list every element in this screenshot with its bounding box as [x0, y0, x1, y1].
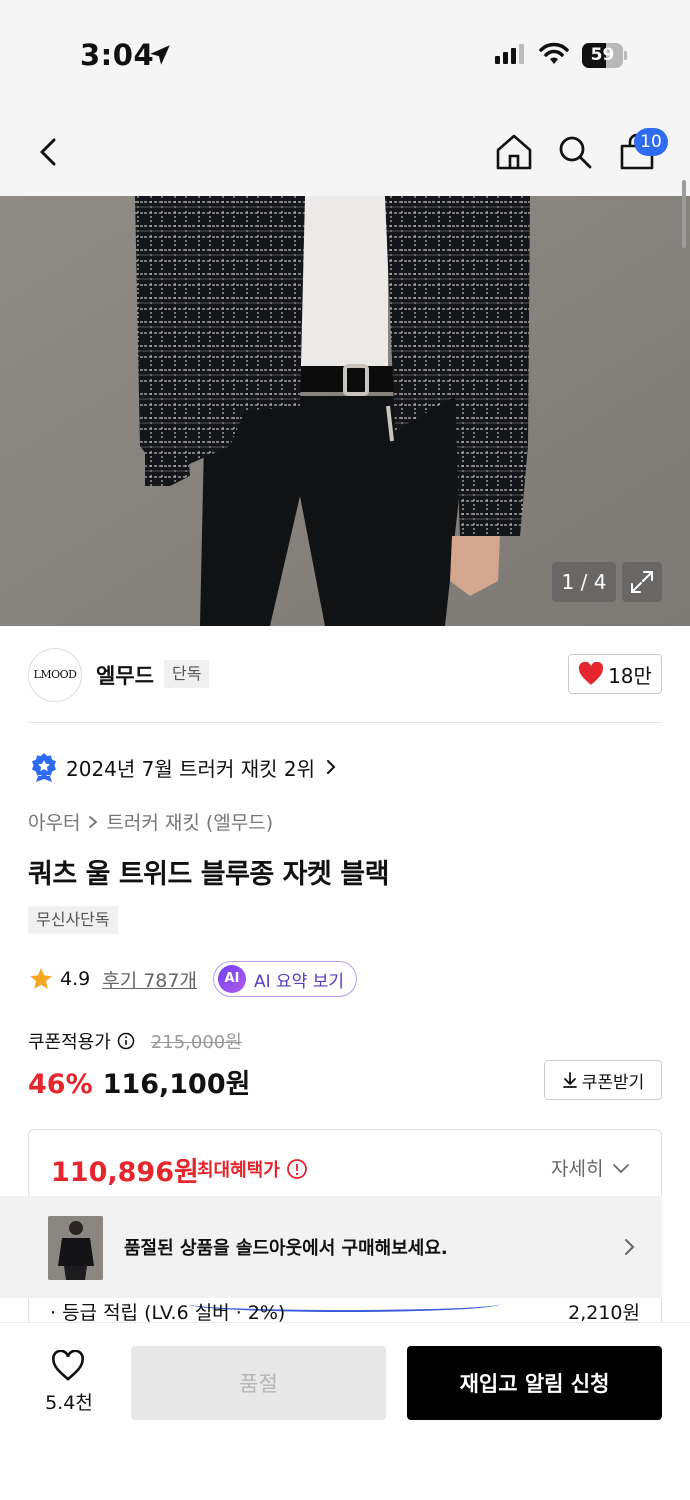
chevron-right-icon: [89, 815, 98, 828]
breadcrumb: 아우터 트러커 재킷 (엘무드): [28, 808, 273, 835]
ranking-text: 2024년 7월 트러커 재킷 2위: [66, 756, 315, 781]
max-benefit-label-text: 최대혜택가: [197, 1160, 280, 1181]
max-benefit-label: 최대혜택가: [197, 1156, 308, 1182]
chevron-right-icon: [625, 1239, 635, 1255]
max-benefit-price: 110,896원: [51, 1157, 199, 1188]
points-row: · 등급 적립 (LV.6 실버 · 2%) 2,210원: [50, 1298, 640, 1325]
ai-summary-label: AI 요약 보기: [253, 971, 344, 992]
benefit-detail-toggle[interactable]: 자세히: [551, 1154, 631, 1181]
wishlist-count: 5.4천: [45, 1392, 93, 1414]
price-row: 46% 116,100원: [28, 1062, 250, 1101]
get-coupon-label: 쿠폰받기: [581, 1072, 645, 1093]
expand-image-button[interactable]: [622, 562, 662, 602]
brand-exclusive-tag: 단독: [164, 660, 210, 688]
restock-alert-button[interactable]: 재입고 알림 신청: [407, 1346, 662, 1420]
back-icon[interactable]: [30, 132, 70, 172]
product-title: 쿼츠 울 트위드 블루종 자켓 블랙: [28, 859, 389, 890]
benefit-detail-label: 자세히: [551, 1158, 604, 1180]
ai-summary-button[interactable]: AI AI 요약 보기: [212, 961, 357, 997]
info-icon[interactable]: [117, 1032, 135, 1050]
brand-like-button[interactable]: 18만: [568, 654, 662, 694]
soldout-banner[interactable]: 품절된 상품을 솔드아웃에서 구매해보세요.: [0, 1196, 662, 1298]
coupon-price-label-row: 쿠폰적용가 215,000원: [28, 1028, 242, 1054]
breadcrumb-subcategory[interactable]: 트러커 재킷 (엘무드): [106, 808, 273, 835]
soldout-thumbnail: [48, 1216, 103, 1280]
discount-rate: 46%: [28, 1069, 93, 1100]
download-icon: [562, 1072, 577, 1088]
ai-badge-icon: AI: [217, 965, 246, 993]
top-nav-bar: [0, 110, 690, 196]
heart-outline-icon[interactable]: [50, 1350, 86, 1382]
rating-value: 4.9: [60, 968, 91, 990]
brand-logo[interactable]: LMOOD: [28, 648, 82, 702]
status-bar: 3:04 59: [0, 0, 690, 110]
sale-price: 116,100원: [102, 1069, 251, 1100]
reviews-link[interactable]: 후기 787개: [102, 966, 197, 993]
original-price: 215,000원: [150, 1032, 242, 1053]
star-icon: [30, 968, 52, 989]
divider: [28, 722, 662, 723]
location-arrow-icon: [150, 45, 170, 65]
soldout-message: 품절된 상품을 솔드아웃에서 구매해보세요.: [124, 1238, 448, 1259]
points-label: · 등급 적립 (LV.6 실버 · 2%): [50, 1302, 286, 1324]
battery-indicator: 59: [582, 43, 628, 68]
brand-name[interactable]: 엘무드: [96, 660, 154, 690]
soldout-button: 품절: [131, 1346, 386, 1420]
ranking-link[interactable]: 2024년 7월 트러커 재킷 2위: [30, 752, 339, 782]
exclusive-tag: 무신사단독: [28, 906, 118, 934]
get-coupon-button[interactable]: 쿠폰받기: [544, 1060, 662, 1100]
brand-like-count: 18만: [608, 663, 652, 688]
info-icon[interactable]: [286, 1158, 308, 1180]
image-counter: 1 / 4: [552, 562, 616, 602]
wifi-icon: [539, 42, 569, 64]
ranking-badge-icon: [32, 753, 56, 782]
signal-icon: [495, 44, 524, 64]
rating-row: 4.9 후기 787개 AI AI 요약 보기: [28, 961, 357, 997]
scroll-indicator: [682, 180, 686, 248]
expand-icon: [631, 571, 653, 593]
search-icon[interactable]: [555, 132, 595, 172]
breadcrumb-category[interactable]: 아우터: [28, 808, 80, 835]
coupon-price-label: 쿠폰적용가: [28, 1032, 111, 1053]
points-value: 2,210원: [568, 1302, 640, 1324]
status-time: 3:04: [80, 38, 155, 72]
home-icon[interactable]: [494, 132, 534, 172]
heart-filled-icon: [579, 662, 604, 685]
battery-level-text: 59: [590, 45, 615, 65]
cart-count-badge: 10: [634, 128, 668, 156]
chevron-down-icon: [613, 1163, 630, 1173]
chevron-right-icon: [326, 760, 336, 774]
